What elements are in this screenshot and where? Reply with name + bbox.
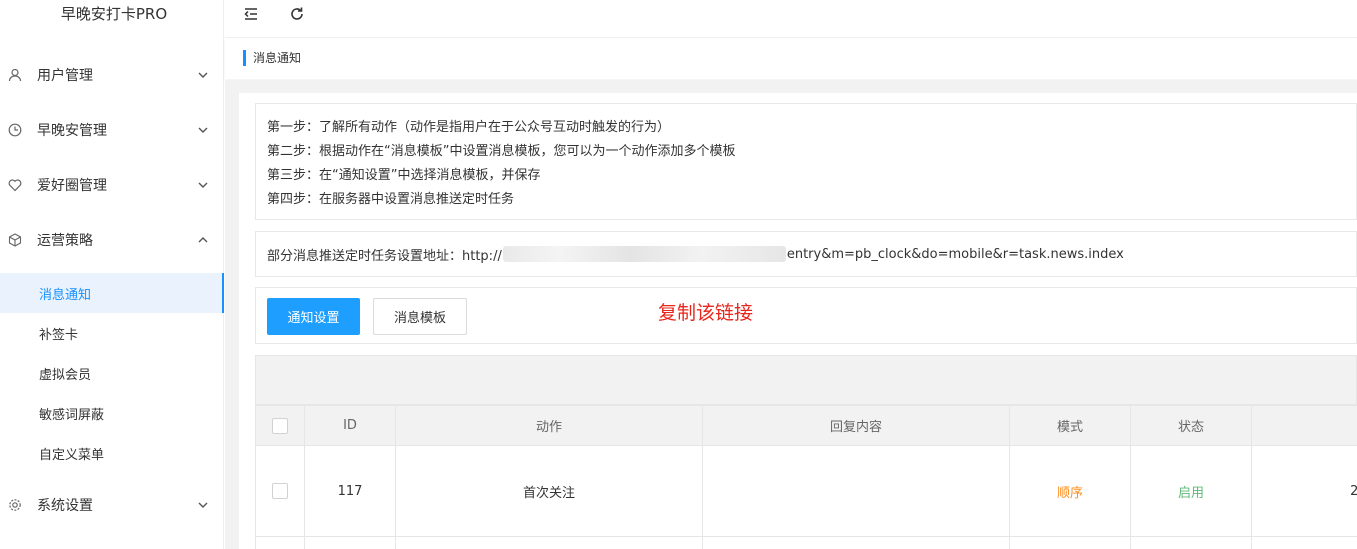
clock-icon	[8, 123, 22, 137]
header-mode: 模式	[1009, 405, 1131, 446]
blurred-url-segment	[502, 246, 786, 262]
step-1: 第一步：了解所有动作（动作是指用户在于公众号互动时触发的行为）	[267, 120, 671, 135]
chevron-down-icon	[198, 72, 208, 78]
notify-table: ID 动作 回复内容 模式 状态 117 首次关注 顺序 启用 202	[255, 405, 1357, 549]
cell-id: 117	[304, 445, 396, 537]
header-action: 动作	[395, 405, 703, 446]
tab-bar: 消息通知	[225, 39, 1357, 79]
menu-system-settings[interactable]: 系统设置	[0, 490, 224, 520]
menu-label: 用户管理	[37, 68, 93, 84]
sidebar-item-makeup-card[interactable]: 补签卡	[0, 313, 224, 353]
cron-url-label: 部分消息推送定时任务设置地址：http://	[267, 248, 502, 264]
top-bar	[225, 0, 1357, 38]
sidebar-item-custom-menu[interactable]: 自定义菜单	[0, 433, 224, 473]
submenu-label: 自定义菜单	[39, 447, 105, 463]
empty-cell	[1251, 536, 1357, 549]
cell-date: 202	[1251, 445, 1357, 537]
menu-operation-strategy[interactable]: 运营策略	[0, 225, 224, 255]
chevron-down-icon	[198, 502, 208, 508]
header-status: 状态	[1130, 405, 1252, 446]
chevron-up-icon	[198, 237, 208, 243]
table-row	[255, 536, 1357, 549]
select-all-checkbox[interactable]	[272, 417, 288, 434]
empty-cell	[255, 536, 305, 549]
annotation-copy-link: 复制该链接	[658, 302, 754, 324]
empty-cell	[395, 536, 703, 549]
table-row: 117 首次关注 顺序 启用 202	[255, 445, 1357, 537]
heart-icon	[8, 179, 22, 192]
submenu-label: 敏感词屏蔽	[39, 407, 105, 423]
menu-user-management[interactable]: 用户管理	[0, 60, 224, 90]
app-title: 早晚安打卡PRO	[60, 5, 168, 23]
menu-label: 系统设置	[37, 498, 93, 514]
action-box: 通知设置 消息模板	[255, 287, 1357, 344]
gear-icon	[9, 499, 21, 511]
message-template-button[interactable]: 消息模板	[373, 298, 467, 335]
user-icon	[8, 68, 22, 82]
menu-label: 早晚安管理	[37, 123, 107, 139]
submenu-label: 虚拟会员	[39, 367, 92, 383]
table-toolbar	[255, 355, 1357, 405]
cell-mode[interactable]: 顺序	[1009, 445, 1131, 537]
step-4: 第四步：在服务器中设置消息推送定时任务	[267, 192, 515, 207]
header-select-all[interactable]	[255, 405, 305, 446]
menu-label: 运营策略	[37, 233, 93, 249]
menu-hobby-circle[interactable]: 爱好圈管理	[0, 170, 224, 200]
submenu-label: 消息通知	[39, 287, 92, 303]
row-select[interactable]	[255, 445, 305, 537]
cube-icon	[8, 233, 22, 247]
sidebar-item-virtual-member[interactable]: 虚拟会员	[0, 353, 224, 393]
cell-action: 首次关注	[395, 445, 703, 537]
chevron-down-icon	[198, 127, 208, 133]
step-3: 第三步：在“通知设置”中选择消息模板，并保存	[267, 168, 541, 183]
notify-settings-button[interactable]: 通知设置	[267, 298, 360, 335]
menu-label: 爱好圈管理	[37, 178, 107, 194]
menu-fold-icon[interactable]	[242, 5, 260, 23]
sidebar-item-message-notify[interactable]: 消息通知	[0, 273, 224, 313]
header-content: 回复内容	[702, 405, 1010, 446]
sidebar: 早晚安打卡PRO 用户管理 早晚安管理 爱好圈管理 运营策略 消息通知 补签卡 …	[0, 0, 224, 549]
submenu-label: 补签卡	[39, 327, 79, 343]
sidebar-item-sensitive-words[interactable]: 敏感词屏蔽	[0, 393, 224, 433]
menu-greeting-management[interactable]: 早晚安管理	[0, 115, 224, 145]
cell-status[interactable]: 启用	[1130, 445, 1252, 537]
tab-message-notify[interactable]: 消息通知	[243, 50, 301, 66]
refresh-icon[interactable]	[288, 5, 306, 23]
chevron-down-icon	[198, 182, 208, 188]
step-2: 第二步：根据动作在“消息模板”中设置消息模板，您可以为一个动作添加多个模板	[267, 144, 736, 159]
empty-cell	[1009, 536, 1131, 549]
cron-url-suffix[interactable]: entry&m=pb_clock&do=mobile&r=task.news.i…	[787, 247, 1124, 262]
empty-cell	[304, 536, 396, 549]
header-id: ID	[304, 405, 396, 446]
table-header-row: ID 动作 回复内容 模式 状态	[255, 405, 1357, 446]
cell-content	[702, 445, 1010, 537]
steps-box: 第一步：了解所有动作（动作是指用户在于公众号互动时触发的行为） 第二步：根据动作…	[255, 103, 1357, 220]
cron-url-box: 部分消息推送定时任务设置地址：http:// entry&m=pb_clock&…	[255, 231, 1357, 277]
empty-cell	[702, 536, 1010, 549]
row-checkbox[interactable]	[272, 483, 288, 499]
header-date	[1251, 405, 1357, 446]
empty-cell	[1130, 536, 1252, 549]
